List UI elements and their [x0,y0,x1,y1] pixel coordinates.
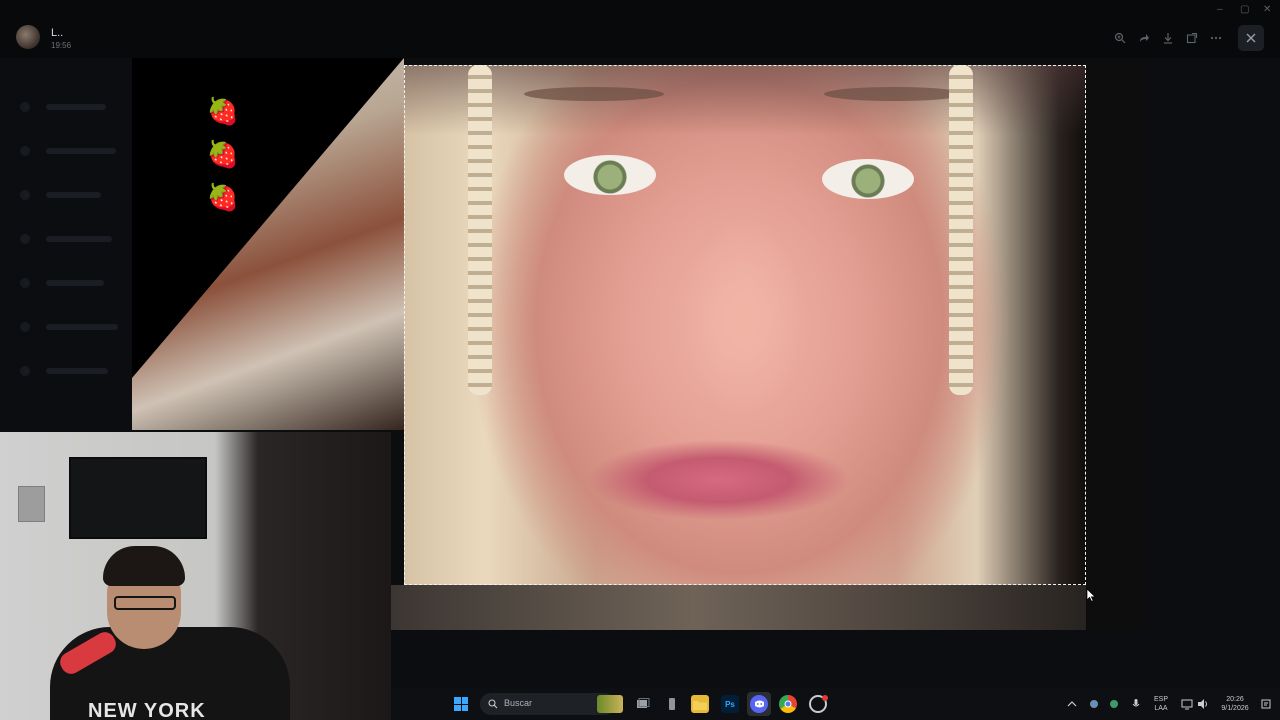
language-indicator[interactable]: ESP LAA [1151,695,1171,713]
hoodie-text: NEW YORK [88,700,206,720]
taskbar-search[interactable]: Buscar [480,693,616,715]
language-layout: LAA [1154,705,1168,712]
chrome-icon [784,700,792,708]
search-placeholder: Buscar [504,698,533,708]
photo-braid [468,65,492,395]
tray-notifications-icon[interactable] [1260,698,1272,710]
sender-time: 19:56 [51,41,72,50]
background-image-bottom [391,585,1147,630]
minimize-button[interactable]: – [1217,4,1223,15]
discord-icon [754,700,764,708]
chat-list-line [46,192,101,198]
photoshop-button[interactable]: Ps [721,695,739,713]
start-button[interactable] [454,697,468,711]
extra-app-button[interactable] [809,695,828,713]
windows-logo-icon [461,704,468,711]
window-close-button[interactable]: ✕ [1263,4,1271,15]
chat-list-line [46,148,116,154]
strawberry-sticker: 🍓 [206,96,240,126]
app-icon-generic[interactable] [663,695,681,713]
windows-logo-icon [461,697,468,704]
chat-list-dot [20,366,30,376]
photo-braid [949,65,973,395]
discord-button[interactable] [750,695,768,713]
chat-list-line [46,368,108,374]
background-chat-list [0,58,132,438]
tray-cloud-icon[interactable] [1088,698,1100,710]
chat-list-dot [20,146,30,156]
close-viewer-button[interactable] [1238,25,1264,51]
file-explorer-button[interactable] [691,695,709,713]
maximize-button[interactable]: ▢ [1240,4,1249,15]
photo-shade [404,65,1086,135]
photo-eye [564,155,656,195]
folder-icon [693,700,707,710]
more-icon [1210,36,1222,40]
app-generic-icon [669,698,675,710]
chat-list-dot [20,234,30,244]
wall-panel [18,486,45,522]
taskbar: Buscar Ps ESP LAA 20:26 9/1/2026 [391,688,1280,720]
clock-time: 20:26 [1226,696,1244,703]
widgets-icon[interactable] [597,695,623,713]
sender-avatar[interactable] [16,25,40,49]
notification-badge-icon [822,695,828,701]
chat-list-dot [20,322,30,332]
open-external-icon [1186,32,1198,44]
photo-brow [824,87,964,101]
tray-microphone-icon[interactable] [1130,698,1142,710]
webcam-overlay: NEW YORK [0,432,391,720]
sender-name: L.. [51,27,64,39]
windows-logo-icon [454,704,461,711]
streamer-hair [103,546,185,586]
zoom-in-icon [1114,32,1126,44]
download-button[interactable] [1158,28,1178,48]
chat-list-line [46,280,104,286]
tray-chevron-up-icon[interactable] [1066,698,1078,710]
more-button[interactable] [1206,28,1226,48]
clock[interactable]: 20:26 9/1/2026 [1213,695,1257,713]
download-icon [1164,33,1172,44]
stage-right-area [1086,58,1147,630]
forward-button[interactable] [1134,28,1154,48]
strawberry-sticker: 🍓 [206,182,240,212]
photo-brow [524,87,664,101]
tray-network-icon[interactable] [1181,698,1193,710]
photo-eye [822,159,914,199]
search-icon [488,699,498,709]
open-external-button[interactable] [1182,28,1202,48]
language-code: ESP [1153,696,1168,703]
chat-list-dot [20,190,30,200]
chat-list-line [46,104,106,110]
task-view-icon [637,698,650,708]
chat-list-dot [20,102,30,112]
streamer-glasses [114,596,176,610]
close-icon [1246,33,1256,43]
screen: L.. 19:56 – ▢ ✕ 🍓 🍓 🍓 NEW YORK Buscar Ps… [0,0,1280,720]
tray-shield-icon[interactable] [1108,698,1120,710]
strawberry-sticker: 🍓 [206,139,240,169]
chat-list-dot [20,278,30,288]
viewer-header: L.. 19:56 – ▢ ✕ [0,0,1280,58]
zoom-in-button[interactable] [1110,28,1130,48]
wall-tv [69,457,207,539]
chrome-button[interactable] [779,695,797,713]
forward-icon [1140,34,1149,42]
chat-list-line [46,236,112,242]
clock-date: 9/1/2026 [1221,705,1249,712]
task-view-button[interactable] [634,695,652,713]
portrait-photo[interactable] [404,65,1086,585]
chat-list-line [46,324,118,330]
mouse-cursor-icon [1086,588,1096,602]
windows-logo-icon [454,697,461,704]
tray-volume-icon[interactable] [1197,698,1209,710]
